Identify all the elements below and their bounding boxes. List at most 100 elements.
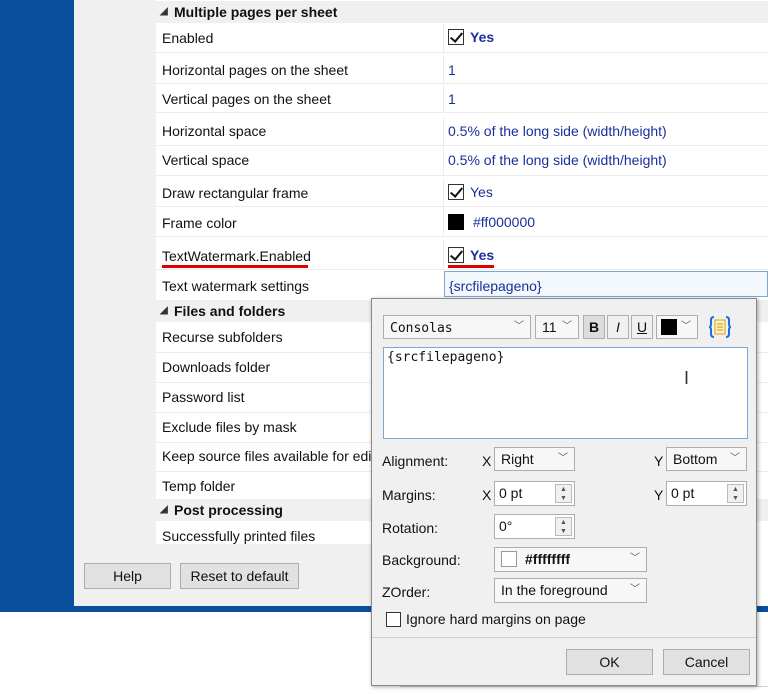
checkbox-checked-icon[interactable]	[448, 247, 464, 263]
text-cursor-icon: I	[684, 368, 690, 388]
chevron-down-icon: ﹀	[630, 553, 640, 564]
column-divider	[443, 117, 444, 145]
row-value[interactable]: Yes	[448, 246, 494, 264]
background-dropdown[interactable]: #ffffffff ﹀	[494, 547, 647, 572]
margin-x-spinner[interactable]: 0 pt ▲ ▼	[494, 481, 575, 506]
bold-button[interactable]: B	[583, 315, 605, 339]
category-label: Files and folders	[174, 303, 286, 319]
column-divider	[443, 240, 444, 269]
rotation-value: 0°	[499, 518, 513, 534]
row-value[interactable]: Yes	[448, 183, 493, 201]
chevron-down-icon: ﹀	[630, 584, 640, 595]
spinner-arrows-icon[interactable]: ▲ ▼	[727, 484, 744, 503]
y-label: Y	[654, 453, 664, 469]
category-multiple-pages[interactable]: ◢ Multiple pages per sheet	[156, 1, 768, 23]
underline-button[interactable]: U	[631, 315, 653, 339]
y-label: Y	[654, 487, 664, 503]
row-v-pages[interactable]: Vertical pages on the sheet 1	[156, 85, 768, 113]
color-swatch	[448, 214, 464, 230]
align-x-dropdown[interactable]: Right ﹀	[494, 447, 575, 471]
column-divider	[443, 178, 444, 206]
background-label: Background:	[382, 552, 461, 568]
column-divider	[443, 55, 444, 83]
font-size-dropdown[interactable]: 11 ﹀	[535, 315, 579, 339]
checkbox-text: Yes	[470, 29, 495, 45]
rotation-label: Rotation:	[382, 520, 439, 536]
zorder-value: In the foreground	[501, 582, 608, 598]
zorder-label: ZOrder:	[382, 584, 431, 600]
x-label: X	[482, 487, 492, 503]
collapse-triangle-icon[interactable]: ◢	[160, 499, 168, 521]
ignore-margins-checkbox[interactable]	[386, 612, 401, 627]
margin-x-value: 0 pt	[499, 485, 523, 501]
checkbox-checked-icon[interactable]	[448, 184, 464, 200]
help-button[interactable]: Help	[84, 563, 171, 589]
rotation-spinner[interactable]: 0° ▲ ▼	[494, 514, 575, 539]
bottom-border	[400, 686, 768, 687]
chevron-down-icon: ﹀	[514, 321, 524, 332]
row-value[interactable]: 0.5% of the long side (width/height)	[448, 151, 667, 169]
row-draw-frame[interactable]: Draw rectangular frame Yes	[156, 178, 768, 207]
footer-divider	[372, 637, 756, 638]
ok-button[interactable]: OK	[566, 649, 653, 675]
row-value[interactable]: #ff000000	[448, 213, 535, 231]
row-h-space[interactable]: Horizontal space 0.5% of the long side (…	[156, 117, 768, 146]
margins-label: Margins:	[382, 487, 436, 503]
row-v-space[interactable]: Vertical space 0.5% of the long side (wi…	[156, 146, 768, 176]
spinner-arrows-icon[interactable]: ▲ ▼	[555, 484, 572, 503]
row-label: Keep source files available for editing	[162, 448, 394, 464]
cancel-button[interactable]: Cancel	[663, 649, 750, 675]
row-frame-color[interactable]: Frame color #ff000000	[156, 207, 768, 237]
text-color-dropdown[interactable]: ﹀	[656, 315, 698, 339]
row-h-pages[interactable]: Horizontal pages on the sheet 1	[156, 55, 768, 84]
color-text: #ff000000	[473, 214, 536, 230]
align-y-value: Bottom	[673, 451, 718, 467]
row-value[interactable]: {srcfilepageno}	[449, 277, 542, 295]
highlight-underline	[448, 265, 494, 268]
braces-document-icon[interactable]	[707, 314, 733, 340]
category-label: Multiple pages per sheet	[174, 4, 338, 20]
collapse-triangle-icon[interactable]: ◢	[160, 300, 168, 322]
row-value[interactable]: 0.5% of the long side (width/height)	[448, 122, 667, 140]
row-value[interactable]: 1	[448, 61, 456, 79]
column-divider	[443, 24, 444, 52]
row-label: Horizontal pages on the sheet	[162, 62, 349, 78]
row-label: Horizontal space	[162, 123, 267, 139]
chevron-down-icon: ﹀	[558, 453, 568, 464]
watermark-editor-popup: Consolas ﹀ 11 ﹀ B I U ﹀ {srcfilepageno} …	[371, 298, 757, 686]
row-label: TextWatermark.Enabled	[162, 248, 311, 264]
column-divider	[443, 146, 444, 175]
ignore-margins-label: Ignore hard margins on page	[406, 611, 586, 627]
chevron-down-icon: ﹀	[681, 321, 691, 332]
margin-y-spinner[interactable]: 0 pt ▲ ▼	[666, 481, 747, 506]
watermark-text-area[interactable]: {srcfilepageno} I	[383, 347, 748, 439]
background-swatch	[501, 551, 517, 567]
row-label: Frame color	[162, 215, 237, 231]
row-label: Temp folder	[162, 478, 236, 494]
zorder-dropdown[interactable]: In the foreground ﹀	[494, 578, 647, 603]
checkbox-text: Yes	[470, 184, 493, 200]
row-label: Vertical pages on the sheet	[162, 91, 331, 107]
row-label: Password list	[162, 389, 245, 405]
margin-y-value: 0 pt	[671, 485, 695, 501]
align-y-dropdown[interactable]: Bottom ﹀	[666, 447, 747, 471]
row-value[interactable]: Yes	[448, 28, 494, 46]
row-value[interactable]: 1	[448, 90, 456, 108]
alignment-label: Alignment:	[382, 453, 449, 469]
text-color-swatch	[661, 319, 677, 335]
column-divider	[443, 207, 444, 236]
chevron-down-icon: ﹀	[730, 453, 740, 464]
font-family-dropdown[interactable]: Consolas ﹀	[383, 315, 531, 339]
spinner-arrows-icon[interactable]: ▲ ▼	[555, 517, 572, 536]
row-label: Recurse subfolders	[162, 329, 283, 345]
highlight-underline	[162, 265, 308, 268]
row-enabled[interactable]: Enabled Yes	[156, 24, 768, 53]
reset-default-button[interactable]: Reset to default	[180, 563, 299, 589]
italic-button[interactable]: I	[607, 315, 629, 339]
font-family-value: Consolas	[390, 321, 453, 336]
x-label: X	[482, 453, 492, 469]
collapse-triangle-icon[interactable]: ◢	[160, 1, 168, 23]
checkbox-checked-icon[interactable]	[448, 29, 464, 45]
align-x-value: Right	[501, 451, 534, 467]
row-watermark-settings[interactable]: Text watermark settings {srcfilepageno}	[156, 271, 768, 300]
